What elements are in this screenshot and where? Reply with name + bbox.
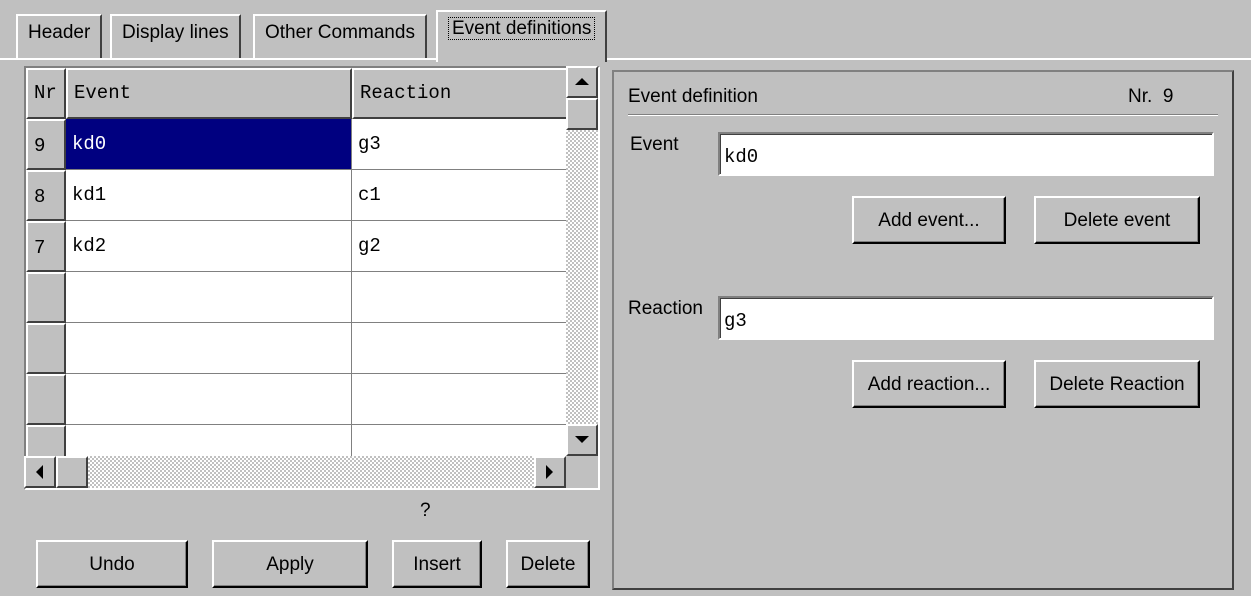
tab-event-definitions-label: Event definitions [448,17,596,40]
arrow-down-icon [575,436,589,443]
undo-button[interactable]: Undo [36,540,188,588]
reaction-cell[interactable]: c1 [352,170,592,221]
event-grid[interactable]: Nr Event Reaction 9 kd0 g3 8 kd1 c1 7 kd… [24,66,600,490]
horizontal-scroll-thumb[interactable] [56,456,88,488]
event-cell[interactable] [66,374,352,425]
panel-number-label: Nr. [1128,86,1153,107]
row-nr-cell[interactable] [26,374,66,425]
panel-title: Event definition [628,86,758,107]
event-field[interactable]: kd0 [718,132,1214,176]
insert-button[interactable]: Insert [392,540,482,588]
tab-other-commands[interactable]: Other Commands [253,14,427,60]
scroll-down-button[interactable] [566,424,598,456]
reaction-field[interactable]: g3 [718,296,1214,340]
add-event-button[interactable]: Add event... [852,196,1006,244]
horizontal-scrollbar[interactable] [24,456,566,488]
panel-divider [628,114,1218,116]
tab-header[interactable]: Header [16,14,103,60]
row-nr-cell[interactable]: 8 [26,170,66,221]
tab-display-lines[interactable]: Display lines [110,14,241,60]
event-cell[interactable]: kd1 [66,170,352,221]
delete-event-button[interactable]: Delete event [1034,196,1200,244]
status-text: ? [420,500,431,521]
column-header-nr[interactable]: Nr [26,68,66,119]
vertical-scroll-thumb[interactable] [566,98,598,130]
tab-display-lines-label: Display lines [122,22,229,43]
reaction-cell[interactable]: g2 [352,221,592,272]
reaction-cell[interactable] [352,374,592,425]
reaction-cell[interactable] [352,323,592,374]
tab-event-definitions[interactable]: Event definitions [436,10,608,62]
row-nr-cell[interactable]: 9 [26,119,66,170]
reaction-cell[interactable]: g3 [352,119,592,170]
column-header-reaction[interactable]: Reaction [352,68,572,119]
event-cell[interactable]: kd2 [66,221,352,272]
event-cell[interactable] [66,272,352,323]
apply-button[interactable]: Apply [212,540,368,588]
event-cell[interactable] [66,323,352,374]
tab-other-commands-label: Other Commands [265,22,415,43]
row-nr-cell[interactable] [26,272,66,323]
event-label: Event [630,134,679,155]
delete-button[interactable]: Delete [506,540,590,588]
scroll-left-button[interactable] [24,456,56,488]
column-header-event[interactable]: Event [66,68,352,119]
scroll-right-button[interactable] [534,456,566,488]
reaction-label: Reaction [628,298,703,319]
scroll-up-button[interactable] [566,66,598,98]
scrollbar-corner [566,456,598,488]
arrow-up-icon [575,78,589,85]
vertical-scrollbar[interactable] [566,66,598,456]
event-cell[interactable]: kd0 [66,119,352,170]
panel-number: Nr. 9 [1128,86,1173,108]
reaction-cell[interactable] [352,272,592,323]
tab-divider [0,58,1251,60]
tab-header-label: Header [28,22,91,43]
row-nr-cell[interactable]: 7 [26,221,66,272]
arrow-right-icon [546,465,553,479]
arrow-left-icon [36,465,43,479]
delete-reaction-button[interactable]: Delete Reaction [1034,360,1200,408]
tab-strip: Header Display lines Other Commands Even… [0,0,1251,62]
add-reaction-button[interactable]: Add reaction... [852,360,1006,408]
row-nr-cell[interactable] [26,323,66,374]
panel-number-value: 9 [1162,86,1174,107]
